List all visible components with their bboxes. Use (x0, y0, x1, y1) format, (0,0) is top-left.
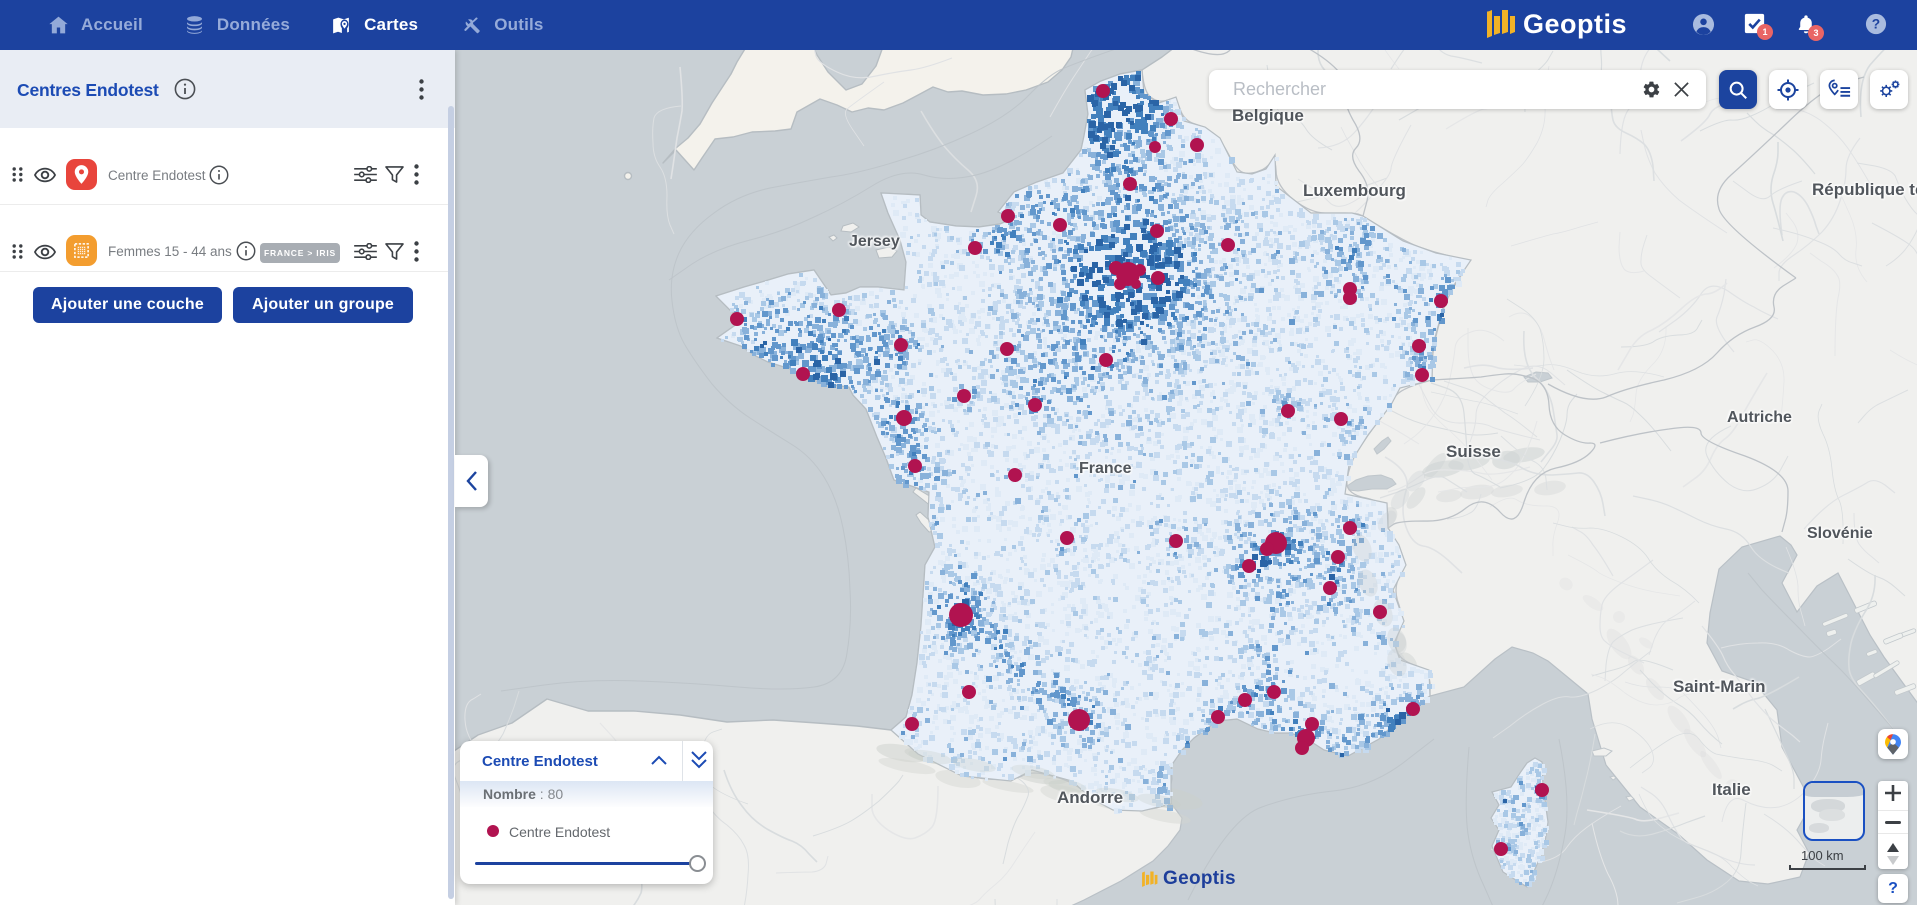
svg-text:?: ? (1872, 17, 1880, 32)
